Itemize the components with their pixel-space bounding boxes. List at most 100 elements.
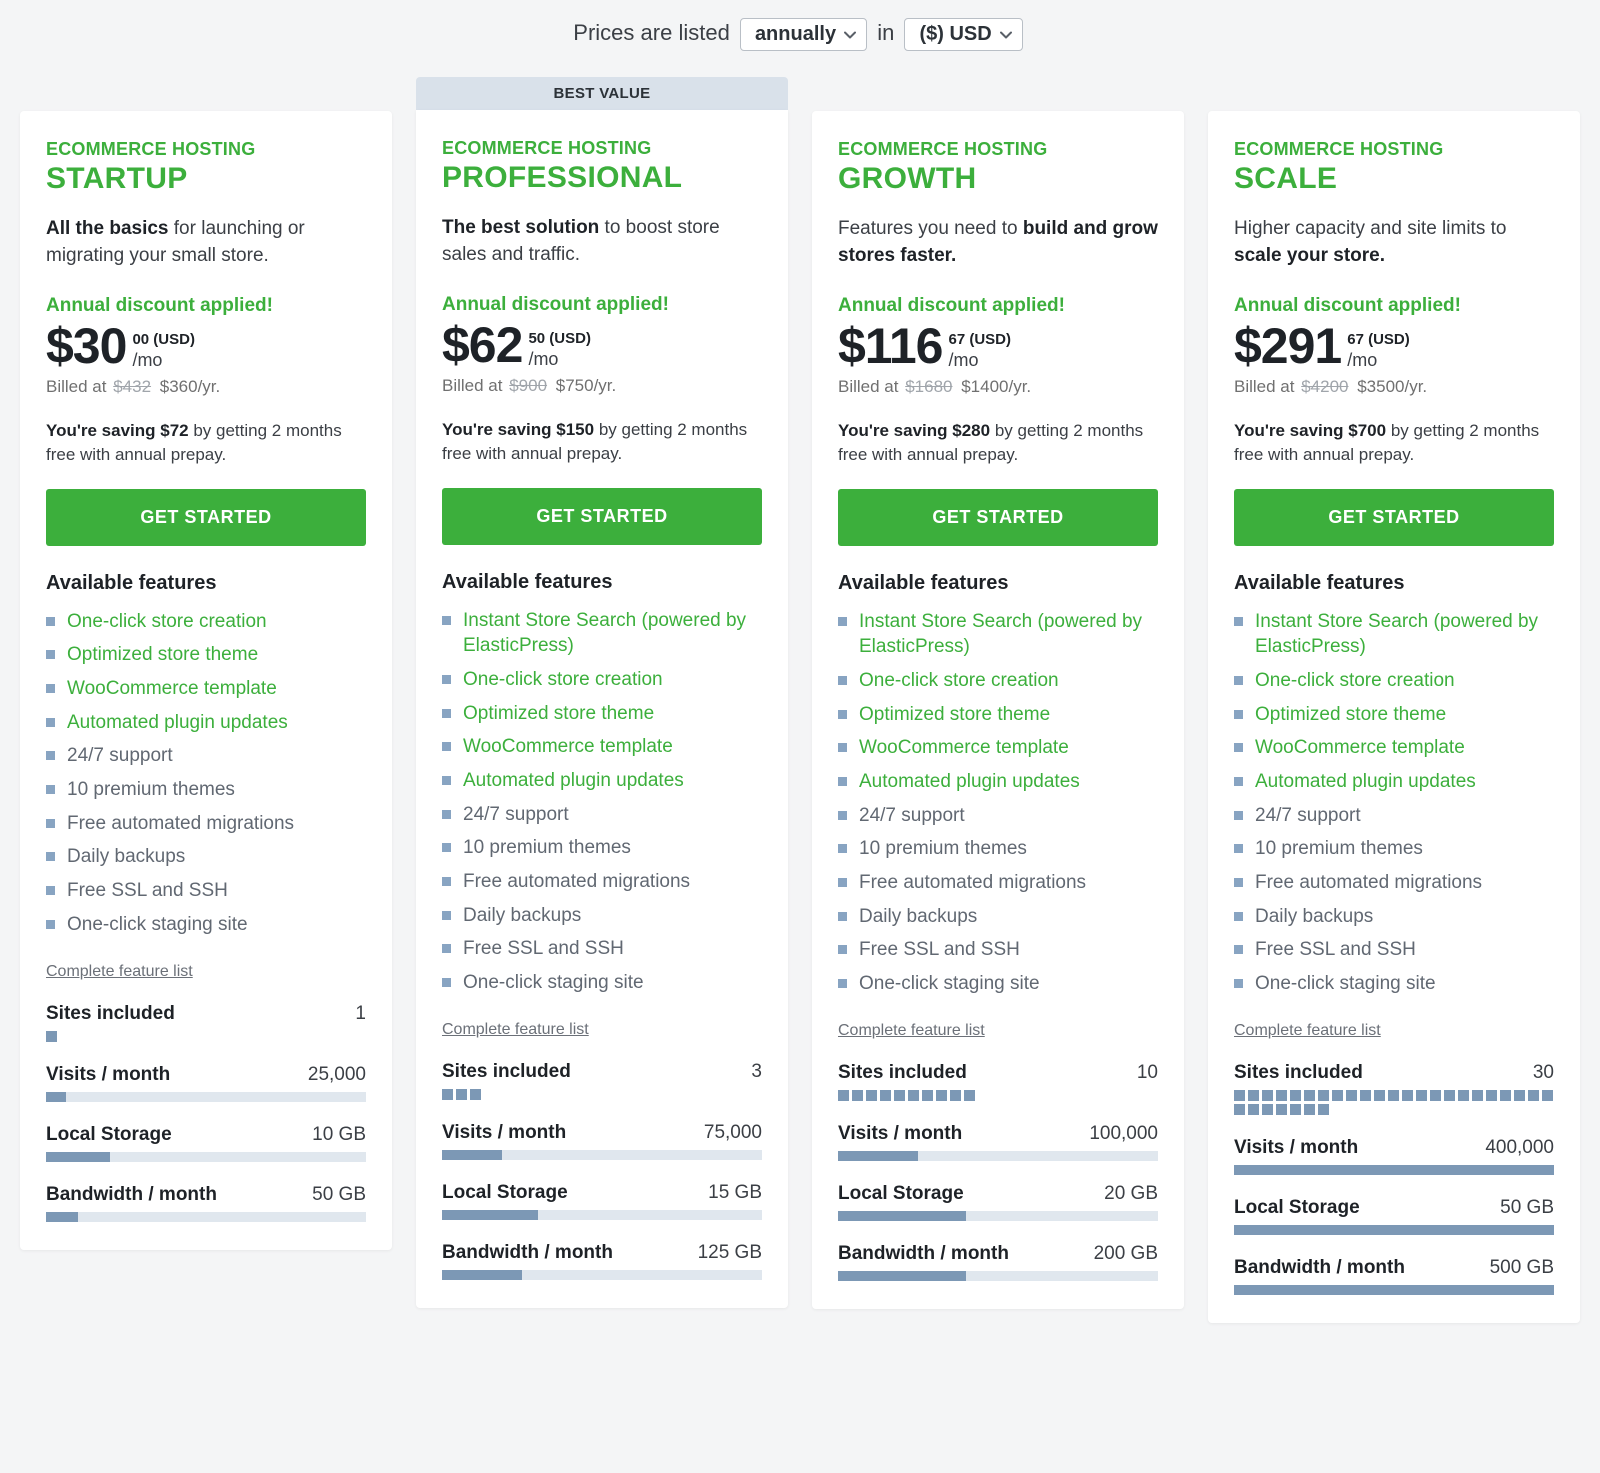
- feature-item: Optimized store theme: [46, 638, 366, 672]
- square-bullet-icon: [442, 675, 451, 684]
- square-bullet-icon: [1234, 617, 1243, 626]
- metric-storage: Local Storage10 GB: [46, 1124, 366, 1162]
- square-bullet-icon: [46, 886, 55, 895]
- feature-item: Instant Store Search (powered by Elastic…: [442, 604, 762, 663]
- price: $3000 (USD)/mo: [46, 321, 366, 371]
- metric-bandwidth: Bandwidth / month125 GB: [442, 1242, 762, 1280]
- square-bullet-icon: [46, 617, 55, 626]
- feature-item: 10 premium themes: [46, 773, 366, 807]
- square-bullet-icon: [1234, 878, 1243, 887]
- feature-item: WooCommerce template: [46, 672, 366, 706]
- plan-card-scale: ECOMMERCE HOSTINGSCALEHigher capacity an…: [1208, 77, 1580, 1323]
- feature-item: Instant Store Search (powered by Elastic…: [1234, 605, 1554, 664]
- sites-blocks: [1234, 1090, 1554, 1115]
- square-bullet-icon: [1234, 912, 1243, 921]
- discount-note: Annual discount applied!: [46, 295, 366, 317]
- square-bullet-icon: [46, 751, 55, 760]
- metric-visits: Visits / month100,000: [838, 1123, 1158, 1161]
- complete-feature-list-link[interactable]: Complete feature list: [46, 963, 193, 981]
- feature-item: Free automated migrations: [46, 807, 366, 841]
- feature-item: Free SSL and SSH: [838, 933, 1158, 967]
- square-bullet-icon: [1234, 979, 1243, 988]
- square-bullet-icon: [442, 709, 451, 718]
- header-between: in: [877, 20, 894, 45]
- feature-item: 10 premium themes: [442, 831, 762, 865]
- metric-bar: [442, 1270, 762, 1280]
- discount-note: Annual discount applied!: [442, 294, 762, 316]
- plan-card-growth: ECOMMERCE HOSTINGGROWTHFeatures you need…: [812, 77, 1184, 1309]
- metric-storage: Local Storage20 GB: [838, 1183, 1158, 1221]
- metric-visits: Visits / month400,000: [1234, 1137, 1554, 1175]
- features-title: Available features: [1234, 572, 1554, 595]
- metric-bar: [46, 1212, 366, 1222]
- metric-bandwidth: Bandwidth / month50 GB: [46, 1184, 366, 1222]
- billed-line: Billed at $4200 $3500/yr.: [1234, 377, 1554, 397]
- square-bullet-icon: [46, 852, 55, 861]
- currency-value: ($) USD: [919, 23, 991, 46]
- square-bullet-icon: [1234, 710, 1243, 719]
- square-bullet-icon: [46, 920, 55, 929]
- square-bullet-icon: [46, 684, 55, 693]
- feature-item: One-click store creation: [838, 664, 1158, 698]
- feature-item: WooCommerce template: [1234, 731, 1554, 765]
- square-bullet-icon: [838, 777, 847, 786]
- chevron-down-icon: [1000, 29, 1012, 41]
- plan-tagline: All the basics for launching or migratin…: [46, 216, 366, 269]
- feature-item: Daily backups: [838, 900, 1158, 934]
- metric-sites: Sites included3: [442, 1061, 762, 1100]
- plan-eyebrow: ECOMMERCE HOSTING: [1234, 139, 1554, 160]
- feature-item: Free SSL and SSH: [46, 874, 366, 908]
- square-bullet-icon: [46, 819, 55, 828]
- get-started-button[interactable]: GET STARTED: [442, 488, 762, 545]
- plan-name: GROWTH: [838, 162, 1158, 196]
- feature-item: Automated plugin updates: [1234, 765, 1554, 799]
- price: $6250 (USD)/mo: [442, 320, 762, 370]
- get-started-button[interactable]: GET STARTED: [1234, 489, 1554, 546]
- metric-bar: [46, 1092, 366, 1102]
- square-bullet-icon: [838, 710, 847, 719]
- feature-item: Automated plugin updates: [838, 765, 1158, 799]
- sites-blocks: [442, 1089, 762, 1100]
- feature-item: Optimized store theme: [1234, 698, 1554, 732]
- pricing-header: Prices are listed annually in ($) USD: [20, 18, 1580, 51]
- feature-item: WooCommerce template: [838, 731, 1158, 765]
- complete-feature-list-link[interactable]: Complete feature list: [442, 1021, 589, 1039]
- feature-item: Daily backups: [46, 840, 366, 874]
- get-started-button[interactable]: GET STARTED: [838, 489, 1158, 546]
- feature-item: One-click staging site: [46, 908, 366, 942]
- features-title: Available features: [838, 572, 1158, 595]
- square-bullet-icon: [442, 877, 451, 886]
- metric-bar: [838, 1151, 1158, 1161]
- chevron-down-icon: [844, 29, 856, 41]
- header-prefix: Prices are listed: [573, 20, 730, 45]
- plan-eyebrow: ECOMMERCE HOSTING: [46, 139, 366, 160]
- metric-bar: [838, 1271, 1158, 1281]
- metric-visits: Visits / month25,000: [46, 1064, 366, 1102]
- square-bullet-icon: [1234, 676, 1243, 685]
- metric-bar: [442, 1150, 762, 1160]
- metric-bar: [838, 1211, 1158, 1221]
- square-bullet-icon: [442, 978, 451, 987]
- metric-sites: Sites included30: [1234, 1062, 1554, 1115]
- metric-bandwidth: Bandwidth / month500 GB: [1234, 1257, 1554, 1295]
- plan-eyebrow: ECOMMERCE HOSTING: [442, 138, 762, 159]
- feature-item: 24/7 support: [838, 799, 1158, 833]
- get-started-button[interactable]: GET STARTED: [46, 489, 366, 546]
- currency-select[interactable]: ($) USD: [904, 18, 1022, 51]
- billed-line: Billed at $1680 $1400/yr.: [838, 377, 1158, 397]
- metric-bar: [1234, 1285, 1554, 1295]
- square-bullet-icon: [838, 676, 847, 685]
- feature-item: Free automated migrations: [838, 866, 1158, 900]
- saving-line: You're saving $72 by getting 2 months fr…: [46, 419, 366, 467]
- square-bullet-icon: [838, 945, 847, 954]
- metric-sites: Sites included10: [838, 1062, 1158, 1101]
- feature-list: One-click store creationOptimized store …: [46, 605, 366, 941]
- feature-item: Optimized store theme: [442, 697, 762, 731]
- complete-feature-list-link[interactable]: Complete feature list: [838, 1022, 985, 1040]
- square-bullet-icon: [442, 944, 451, 953]
- metric-visits: Visits / month75,000: [442, 1122, 762, 1160]
- complete-feature-list-link[interactable]: Complete feature list: [1234, 1022, 1381, 1040]
- feature-item: Free SSL and SSH: [442, 932, 762, 966]
- plan-name: STARTUP: [46, 162, 366, 196]
- period-select[interactable]: annually: [740, 18, 867, 51]
